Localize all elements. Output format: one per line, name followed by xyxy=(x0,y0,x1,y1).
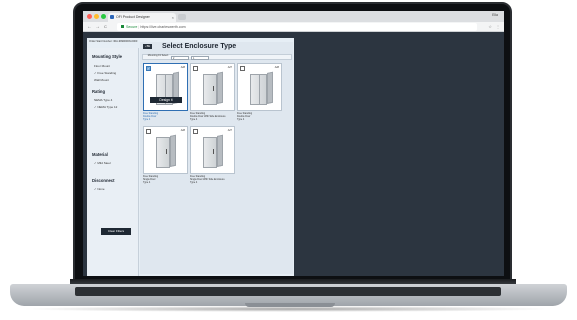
enclosure-card[interactable]: ✓ A28 Design it xyxy=(143,63,188,111)
section-heading-mounting: Mounting Style xyxy=(92,54,123,59)
filter-option-mild-steel[interactable]: ✓ Mild Steel xyxy=(94,161,111,165)
filter-bar-label: Mounting Fit Select xyxy=(147,54,169,57)
section-heading-rating: Rating xyxy=(92,89,106,94)
enclosure-card[interactable]: A27 xyxy=(190,63,235,111)
single-door-side-enclosure-image xyxy=(203,71,223,105)
app-window: Order Start Number: 30A-9999000N-0000 Mo… xyxy=(87,38,294,276)
filter-sidebar: Mounting Style Floor Mount ✓ Free Standi… xyxy=(87,48,139,276)
laptop-screen: OFI Product Designer × Ella ← → C Secure… xyxy=(83,11,504,276)
card-caption: Free Standing Single Door Type 4 xyxy=(143,175,159,184)
filter-select-b[interactable]: 1 xyxy=(191,56,209,60)
card-sku: A27 xyxy=(227,66,232,69)
section-heading-disconnect: Disconnect xyxy=(92,178,115,183)
tab-title: OFI Product Designer xyxy=(116,15,150,19)
card-checkbox[interactable]: ✓ xyxy=(146,66,151,71)
main-panel: ‹ Bk Select Enclosure Type Mounting Fit … xyxy=(140,42,293,274)
filter-option-nema-4[interactable]: NEMA Type 4 xyxy=(94,98,112,102)
enclosure-card[interactable]: A28 xyxy=(143,126,188,174)
card-checkbox[interactable] xyxy=(240,66,245,71)
page-title: Select Enclosure Type xyxy=(162,43,237,50)
card-caption: Free Standing Double Door Type 4 xyxy=(143,112,159,121)
enclosure-card[interactable]: A27 xyxy=(190,126,235,174)
browser-address-bar: ← → C Secure | https://live.charleswerth… xyxy=(83,22,504,32)
browser-tab-bar: OFI Product Designer × Ella xyxy=(83,11,504,22)
user-profile-label[interactable]: Ella xyxy=(492,13,498,17)
laptop-lip xyxy=(245,303,335,307)
card-checkbox[interactable] xyxy=(146,129,151,134)
lock-icon xyxy=(121,25,124,28)
card-checkbox[interactable] xyxy=(193,66,198,71)
forward-arrow-icon[interactable]: → xyxy=(95,24,100,30)
card-checkbox[interactable] xyxy=(193,129,198,134)
card-sku: A28 xyxy=(180,66,185,69)
filter-option-nema-12[interactable]: ✓ NEMA Type 12 xyxy=(94,105,117,109)
back-arrow-icon[interactable]: ← xyxy=(87,24,92,30)
favicon-icon xyxy=(110,15,114,19)
card-sku: A27 xyxy=(227,129,232,132)
card-sku: A28 xyxy=(180,129,185,132)
enclosure-card[interactable]: A28 xyxy=(237,63,282,111)
maximize-window-button[interactable] xyxy=(101,14,106,19)
order-number-text: Order Start Number: 30A-9999000N-0000 xyxy=(89,40,138,43)
close-tab-icon[interactable]: × xyxy=(172,13,174,22)
secure-label: Secure xyxy=(126,25,138,29)
double-door-enclosure-image xyxy=(250,71,273,105)
bookmark-star-icon[interactable]: ☆ xyxy=(488,24,492,29)
laptop-keyboard xyxy=(75,287,501,296)
filter-option-floor-mount[interactable]: Floor Mount xyxy=(94,64,110,68)
new-tab-button[interactable] xyxy=(178,14,186,20)
clear-filters-button[interactable]: Clear Filters xyxy=(101,228,131,235)
design-it-button[interactable]: Design it xyxy=(150,97,182,103)
close-window-button[interactable] xyxy=(87,14,92,19)
minimize-window-button[interactable] xyxy=(94,14,99,19)
card-caption: Free Standing Double Door With Side Enclo… xyxy=(190,112,226,121)
browser-menu-icon[interactable]: ⋮ xyxy=(496,24,500,29)
card-sku: A28 xyxy=(274,66,279,69)
filter-option-none[interactable]: ✓ None xyxy=(94,187,105,191)
back-button[interactable]: ‹ Bk xyxy=(143,44,152,49)
reload-icon[interactable]: C xyxy=(104,24,107,30)
filter-option-free-standing[interactable]: ✓ Free Standing xyxy=(94,71,116,75)
single-door-enclosure-image xyxy=(156,134,176,168)
card-caption: Free Standing Single Door With Side Enclo… xyxy=(190,175,225,184)
filter-option-wall-mount[interactable]: Wall Mount xyxy=(94,78,109,82)
page-background: Order Start Number: 30A-9999000N-0000 Mo… xyxy=(83,32,504,276)
filter-bar: Mounting Fit Select 2 1 xyxy=(142,54,292,60)
laptop-mockup: OFI Product Designer × Ella ← → C Secure… xyxy=(0,0,577,320)
section-heading-material: Material xyxy=(92,152,108,157)
card-caption: Free Standing Double Door Type 4 xyxy=(237,112,253,121)
filter-select-a[interactable]: 2 xyxy=(171,56,189,60)
single-door-side-enclosure-image xyxy=(203,134,223,168)
url-text: https://live.charleswerth.com xyxy=(140,25,186,29)
browser-tab[interactable]: OFI Product Designer × xyxy=(108,13,176,22)
url-field[interactable]: Secure | https://live.charleswerth.com xyxy=(117,23,477,31)
